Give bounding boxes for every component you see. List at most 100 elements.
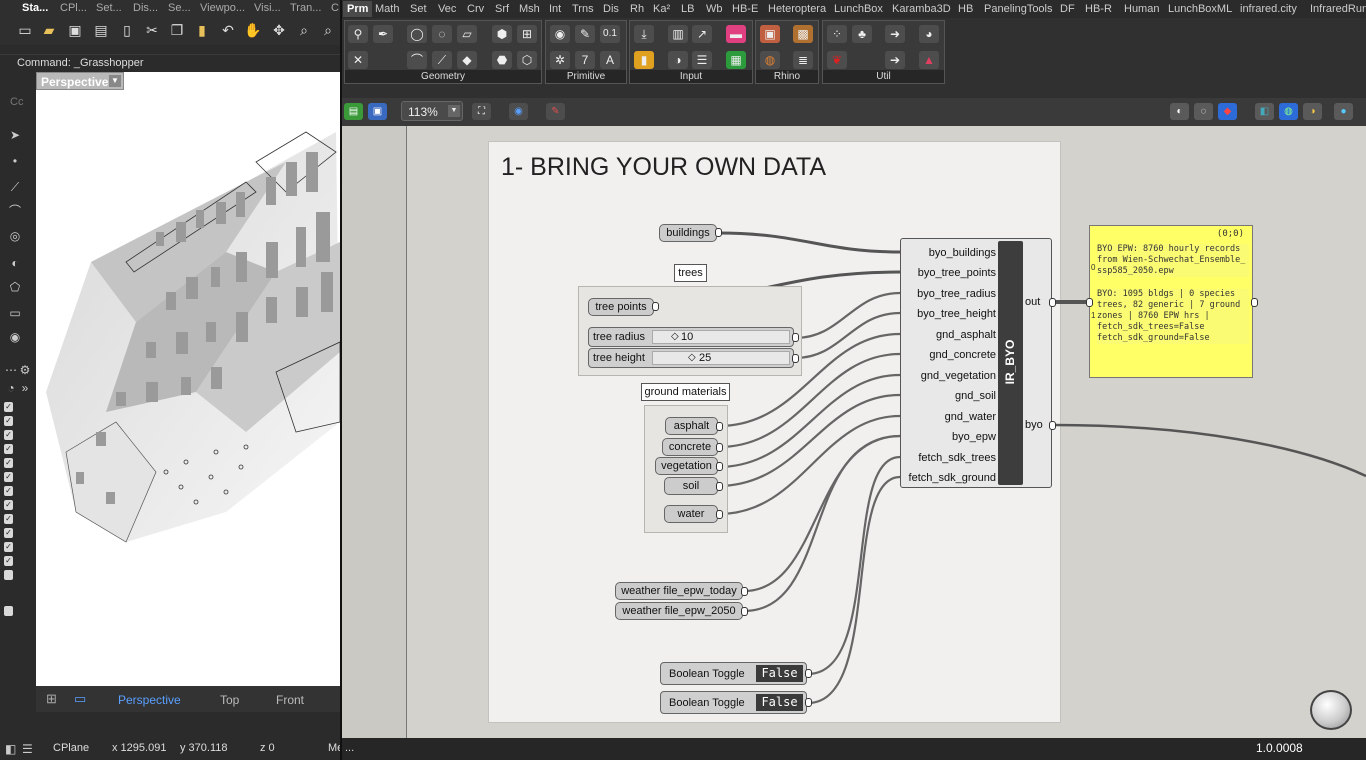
port-vegetation-out[interactable] bbox=[716, 462, 723, 471]
layer-checkbox[interactable]: ✓ bbox=[4, 430, 13, 440]
port-asphalt-out[interactable] bbox=[716, 422, 723, 431]
input-byo-tree-radius[interactable]: byo_tree_radius bbox=[901, 284, 996, 304]
gh-tab-karamba[interactable]: Ka² bbox=[653, 1, 670, 17]
input-byo-tree-height[interactable]: byo_tree_height bbox=[901, 304, 996, 324]
layer-checkbox[interactable]: ✓ bbox=[4, 458, 13, 468]
gh-tab-display[interactable]: Dis bbox=[603, 1, 619, 17]
port-panel-out[interactable] bbox=[1251, 298, 1258, 307]
rhino-tab-select[interactable]: Se... bbox=[168, 0, 191, 17]
paste-icon[interactable]: ▮ bbox=[193, 21, 211, 39]
scribble-trees[interactable]: trees bbox=[674, 264, 707, 282]
sketch-icon[interactable]: ✎ bbox=[546, 103, 565, 120]
undo-icon[interactable]: ↶ bbox=[219, 21, 237, 39]
boolean-toggle-ground[interactable]: Boolean Toggle False bbox=[660, 691, 807, 714]
list-input-icon[interactable]: ☰ bbox=[692, 51, 712, 69]
cherries-icon[interactable]: ❦ bbox=[827, 51, 847, 69]
surface-icon[interactable]: ◉ bbox=[8, 330, 22, 344]
port-tree-height-out[interactable] bbox=[792, 354, 799, 363]
display-wire-icon[interactable]: ◐ bbox=[1170, 103, 1189, 120]
point-icon[interactable]: • bbox=[8, 154, 22, 168]
chevron-down-icon[interactable]: ▼ bbox=[109, 75, 121, 87]
layer-checkbox[interactable]: ✓ bbox=[4, 444, 13, 454]
param-tree-points[interactable]: tree points bbox=[588, 298, 654, 316]
gh-tab-lunchboxml[interactable]: LunchBoxML bbox=[1168, 1, 1232, 17]
cplane-label[interactable]: CPlane bbox=[53, 742, 89, 754]
gh-tab-weaverbird[interactable]: Wb bbox=[706, 1, 723, 17]
gh-tab-karamba3d[interactable]: Karamba3D bbox=[892, 1, 951, 17]
viewport-tab-front[interactable]: Front bbox=[276, 688, 304, 712]
surface-param-icon[interactable]: ◌ bbox=[432, 25, 452, 43]
gh-tab-vector[interactable]: Vec bbox=[438, 1, 456, 17]
layer-checkbox[interactable]: ✓ bbox=[4, 500, 13, 510]
open-folder-icon[interactable]: ▰ bbox=[40, 21, 58, 39]
mesh-icon[interactable]: ⊞ bbox=[517, 25, 537, 43]
grid-icon[interactable]: ⊞ bbox=[46, 691, 57, 707]
dial-icon[interactable]: ◑ bbox=[668, 51, 688, 69]
copy-icon[interactable]: ❐ bbox=[168, 21, 186, 39]
rhino-tab-visibility[interactable]: Visi... bbox=[254, 0, 281, 17]
gh-tab-heteroptera[interactable]: Heteroptera bbox=[768, 1, 826, 17]
param-water[interactable]: water bbox=[664, 505, 718, 523]
slider-tree-height-track[interactable]: ◇ 25 bbox=[652, 351, 790, 365]
gh-tab-sets[interactable]: Set bbox=[410, 1, 427, 17]
boolean-toggle-value[interactable]: False bbox=[756, 694, 803, 711]
gh-tab-panelingtools[interactable]: PanelingTools bbox=[984, 1, 1053, 17]
input-byo-epw[interactable]: byo_epw bbox=[901, 427, 996, 447]
select-arrow-icon[interactable]: ➤ bbox=[8, 128, 22, 142]
port-tree-radius-out[interactable] bbox=[792, 333, 799, 342]
slider-tree-height[interactable]: tree height ◇ 25 bbox=[588, 348, 794, 368]
param-weather-epw-2050[interactable]: weather file_epw_2050 bbox=[615, 602, 743, 620]
gh-tab-curve[interactable]: Crv bbox=[467, 1, 484, 17]
bars-icon[interactable]: ▮ bbox=[634, 51, 654, 69]
open-document-icon[interactable]: ▤ bbox=[344, 103, 363, 120]
plane-icon[interactable]: ▱ bbox=[457, 25, 477, 43]
boolean-toggle-value[interactable]: False bbox=[756, 665, 803, 682]
polygon-icon[interactable]: ⬠ bbox=[8, 280, 22, 294]
gh-tab-dragonfly[interactable]: DF bbox=[1060, 1, 1075, 17]
curve-icon[interactable]: ⌒ bbox=[8, 204, 22, 218]
gh-tab-lunchbox[interactable]: LunchBox bbox=[834, 1, 883, 17]
gh-canvas[interactable]: 1- BRING YOUR OWN DATA buildings trees t… bbox=[342, 126, 1366, 738]
output-byo[interactable]: byo bbox=[1025, 419, 1043, 431]
param-buildings[interactable]: buildings bbox=[659, 224, 717, 242]
zoom-icon[interactable]: ⌕ bbox=[295, 21, 313, 39]
list-icon[interactable]: ☰ bbox=[22, 742, 33, 756]
layer-checkbox[interactable]: ✓ bbox=[4, 556, 13, 566]
stack-icon[interactable]: ≣ bbox=[793, 51, 813, 69]
port-soil-out[interactable] bbox=[716, 482, 723, 491]
param-vegetation[interactable]: vegetation bbox=[655, 457, 718, 475]
port-toggle-2-out[interactable] bbox=[805, 698, 812, 707]
expand-icon[interactable]: » bbox=[18, 381, 32, 395]
shader-icon[interactable]: ✎ bbox=[575, 25, 595, 43]
ellipse-icon[interactable]: ◯ bbox=[407, 25, 427, 43]
port-epw-2050-out[interactable] bbox=[741, 607, 748, 616]
scribble-ground-materials[interactable]: ground materials bbox=[641, 383, 730, 401]
viewport-title-tab[interactable]: Perspective ▼ bbox=[36, 72, 124, 90]
slider-tree-radius-track[interactable]: ◇ 10 bbox=[652, 330, 790, 344]
flask-icon[interactable]: ▲ bbox=[919, 51, 939, 69]
component-name-bar[interactable]: IR_BYO bbox=[998, 241, 1023, 485]
port-concrete-out[interactable] bbox=[716, 443, 723, 452]
download-icon[interactable]: ⤓ bbox=[634, 25, 654, 43]
panel-toggle-icon[interactable]: ◧ bbox=[5, 742, 16, 756]
pen-icon[interactable]: ✒ bbox=[373, 25, 393, 43]
port-water-out[interactable] bbox=[716, 510, 723, 519]
display-selected-icon[interactable]: ◆ bbox=[1218, 103, 1237, 120]
integer-icon[interactable]: 7 bbox=[575, 51, 595, 69]
print-icon[interactable]: ▤ bbox=[92, 21, 110, 39]
box-icon[interactable]: ⬢ bbox=[492, 25, 512, 43]
boolean-icon[interactable]: ◉ bbox=[550, 25, 570, 43]
save-icon[interactable]: ▣ bbox=[66, 21, 84, 39]
command-line[interactable]: Command: _Grasshopper bbox=[0, 54, 341, 71]
more-icon[interactable]: ⋯ bbox=[4, 363, 18, 377]
layer-checkbox[interactable]: ✓ bbox=[4, 416, 13, 426]
cut-icon[interactable]: ✂ bbox=[143, 21, 161, 39]
layer-checkbox[interactable]: ✓ bbox=[4, 402, 13, 412]
output-out[interactable]: out bbox=[1025, 296, 1040, 308]
input-gnd-concrete[interactable]: gnd_concrete bbox=[901, 345, 996, 365]
input-gnd-water[interactable]: gnd_water bbox=[901, 407, 996, 427]
gh-tab-honeybee[interactable]: HB bbox=[958, 1, 973, 17]
arrow-right-icon[interactable]: ➜ bbox=[885, 25, 905, 43]
move-icon[interactable]: ✥ bbox=[270, 21, 288, 39]
rhino-tab-setview[interactable]: Set... bbox=[96, 0, 122, 17]
